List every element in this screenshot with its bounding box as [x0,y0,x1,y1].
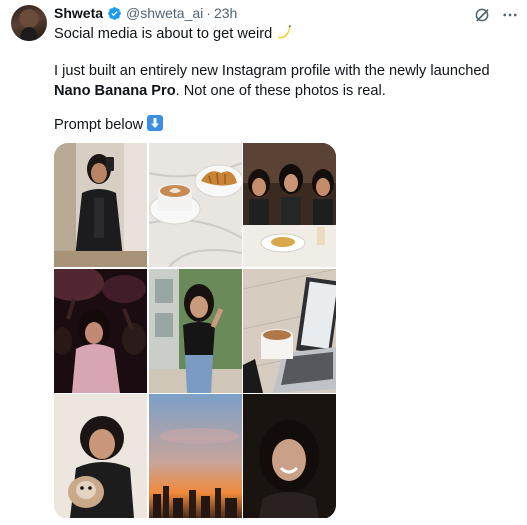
photo-city-sunset[interactable] [148,394,242,518]
tweet-text-1: Social media is about to get weird [54,26,273,42]
photo-smiling-portrait[interactable] [243,394,336,518]
tweet-line-2: I just built an entirely new Instagram p… [54,61,519,101]
photo-outdoor-pose[interactable] [148,268,242,393]
tweet-text-2-bold: Nano Banana Pro [54,83,176,99]
tweet-line-3: Prompt below [54,115,164,135]
tweet-text-2b: . Not one of these photos is real. [175,83,386,99]
grok-icon[interactable] [473,6,491,24]
tweet-text-3: Prompt below [54,117,144,133]
photo-mirror-selfie[interactable] [54,143,147,267]
handle[interactable]: @shweta_ai [126,5,203,21]
down-arrow-emoji [147,115,164,131]
banana-emoji [278,25,292,39]
timestamp[interactable]: 23h [214,5,237,21]
photo-latte-croissant[interactable] [148,143,242,267]
photo-grid [54,143,336,519]
tweet-actions [473,6,519,24]
photo-friends-dinner[interactable] [243,143,336,267]
avatar[interactable] [11,5,47,41]
photo-selfie-with-dog[interactable] [54,394,147,518]
more-icon[interactable] [501,6,519,24]
tweet-header: Shweta @shweta_ai · 23h [54,4,237,22]
verified-badge-icon [108,6,121,20]
tweet-line-1: Social media is about to get weird [54,24,292,44]
display-name[interactable]: Shweta [54,5,103,21]
tweet-text-2a: I just built an entirely new Instagram p… [54,63,490,79]
photo-concert-crowd[interactable] [54,268,147,393]
photo-coffee-laptop[interactable] [243,268,336,393]
separator: · [206,5,211,21]
